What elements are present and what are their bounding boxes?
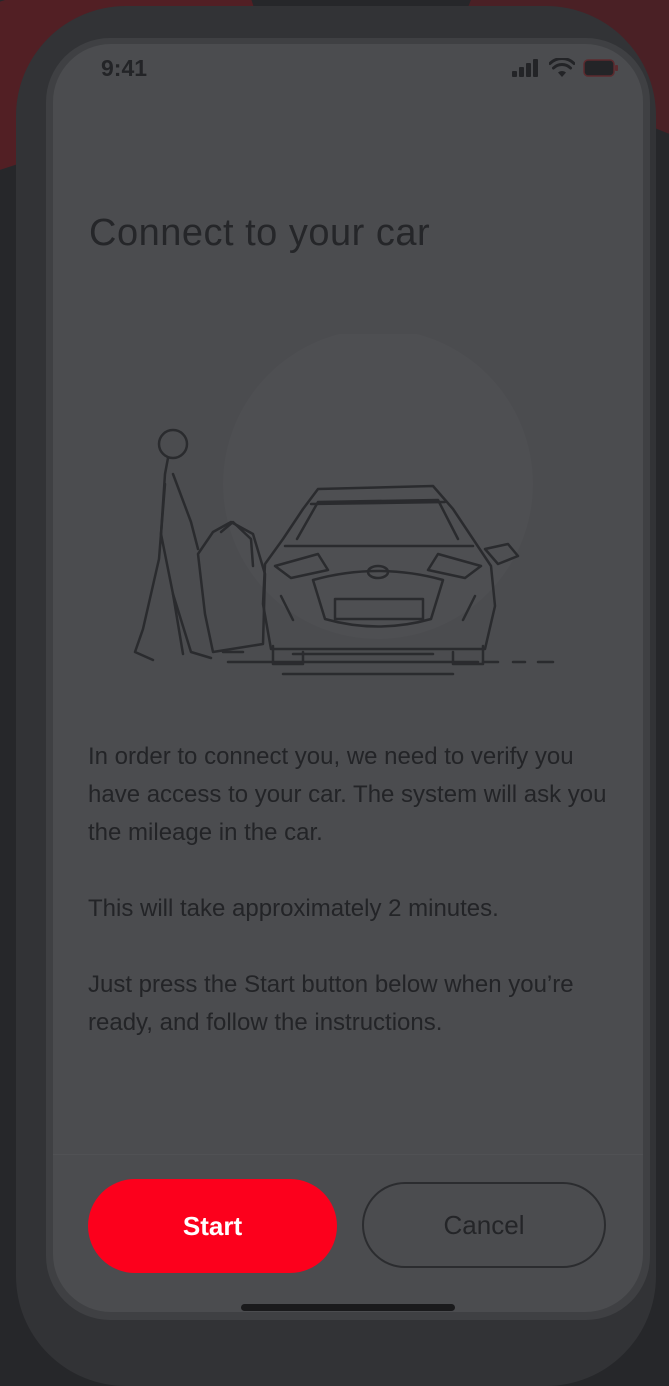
page-title: Connect to your car (89, 212, 431, 254)
status-bar: 9:41 (53, 44, 643, 104)
instructions-text: In order to connect you, we need to veri… (88, 738, 613, 1080)
start-hint-paragraph: Just press the Start button below when y… (88, 971, 574, 1036)
start-button[interactable]: Start (88, 1179, 337, 1273)
status-time: 9:41 (101, 55, 148, 81)
car-illustration (133, 334, 555, 676)
wifi-icon (549, 58, 575, 77)
cancel-button[interactable]: Cancel (362, 1182, 606, 1268)
home-indicator[interactable] (241, 1304, 455, 1311)
battery-icon (583, 59, 618, 77)
cellular-signal-icon (512, 59, 538, 77)
status-icons (511, 58, 619, 78)
app-screen: 9:41 Connect to your car In order to con… (53, 44, 643, 1312)
duration-paragraph: This will take approximately 2 minutes. (88, 895, 499, 922)
instructions-paragraph: In order to connect you, we need to veri… (88, 743, 607, 846)
footer-divider (53, 1154, 643, 1155)
